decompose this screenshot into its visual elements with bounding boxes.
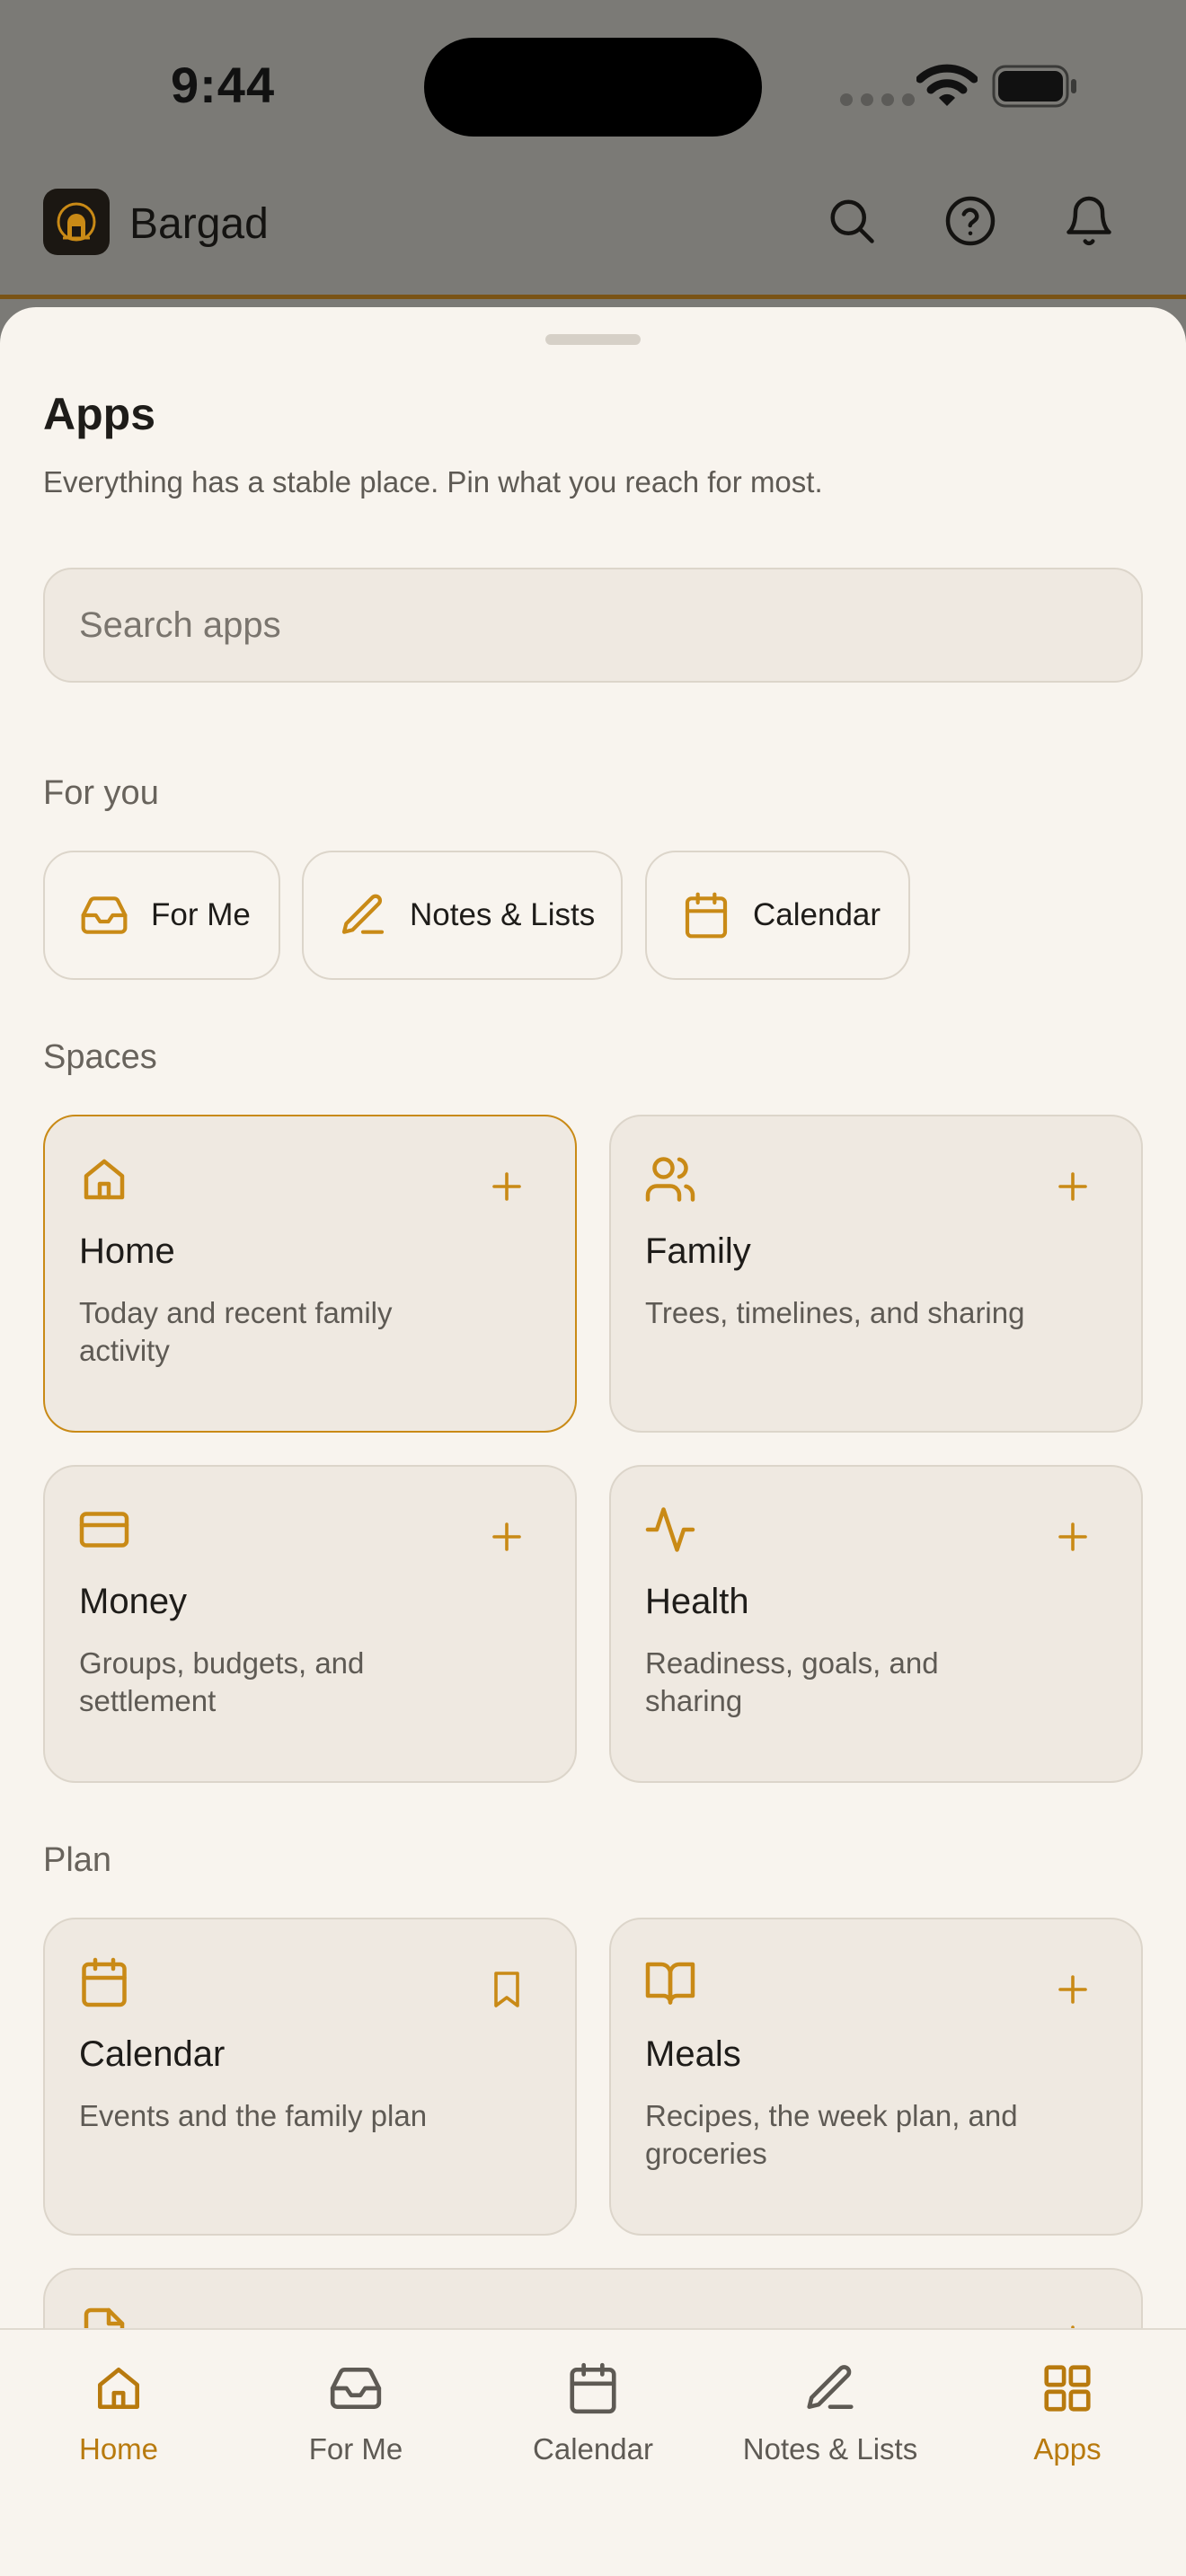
card-title: Meals: [645, 2034, 741, 2074]
pencil-icon: [807, 2365, 854, 2409]
chip-label: Notes & Lists: [410, 897, 596, 932]
calendar-icon: [570, 2362, 616, 2414]
app-card-health[interactable]: Health Readiness, goals, and sharing: [609, 1465, 1143, 1783]
card-description: Recipes, the week plan, and groceries: [645, 2099, 1018, 2170]
app-name: Bargad: [129, 200, 269, 248]
search-apps-input[interactable]: [43, 568, 1143, 683]
tab-label: Apps: [1033, 2432, 1102, 2466]
dynamic-island: [424, 38, 762, 137]
inbox-icon: [330, 2368, 382, 2409]
app-logo[interactable]: [43, 189, 110, 255]
tab-label: Notes & Lists: [742, 2432, 918, 2466]
card-title: Money: [79, 1582, 188, 1621]
tab-label: Home: [78, 2432, 159, 2466]
app-card-family[interactable]: Family Trees, timelines, and sharing: [609, 1115, 1143, 1433]
card-title: Health: [645, 1582, 749, 1621]
app-card-calendar[interactable]: Calendar Events and the family plan: [43, 1918, 577, 2236]
calendar-icon: [685, 892, 728, 939]
plus-icon[interactable]: [1051, 1968, 1094, 2011]
card-title: Calendar: [79, 2034, 226, 2074]
battery-icon: [992, 65, 1076, 108]
app-header: Bargad: [0, 171, 1186, 296]
sheet-grabber[interactable]: [545, 334, 641, 345]
section-title-plan: Plan: [43, 1841, 112, 1879]
inbox-icon: [81, 896, 128, 934]
shortcut-chip-for-me[interactable]: For Me: [43, 851, 280, 980]
bookmark-icon[interactable]: [485, 1968, 528, 2011]
bell-icon[interactable]: [1062, 194, 1116, 248]
pencil-icon: [341, 894, 385, 934]
tab-calendar[interactable]: Calendar: [474, 2357, 712, 2466]
activity-icon: [645, 1507, 695, 1552]
card-description: Trees, timelines, and sharing: [645, 1296, 1025, 1329]
document-icon: [84, 2307, 125, 2328]
cellular-signal-icon: [840, 93, 915, 106]
wifi-icon: [916, 64, 978, 106]
tab-label: Calendar: [533, 2432, 653, 2466]
card-description: Events and the family plan: [79, 2099, 428, 2132]
chip-label: For Me: [151, 897, 251, 932]
users-icon: [645, 1157, 695, 1202]
credit-card-icon: [79, 1512, 129, 1548]
section-title-for-you: For you: [43, 774, 159, 812]
card-description: Today and recent family activity: [79, 1296, 393, 1367]
plus-icon[interactable]: [1051, 1165, 1094, 1208]
app-card-meals[interactable]: Meals Recipes, the week plan, and grocer…: [609, 1918, 1143, 2236]
tab-for-me[interactable]: For Me: [237, 2357, 474, 2466]
search-icon[interactable]: [825, 194, 879, 248]
tab-label: For Me: [308, 2432, 403, 2466]
section-title-spaces: Spaces: [43, 1038, 157, 1076]
chip-label: Calendar: [753, 897, 881, 932]
status-bar: 9:44: [0, 0, 1186, 171]
help-icon[interactable]: [943, 194, 997, 248]
shortcut-chip-calendar[interactable]: Calendar: [645, 851, 910, 980]
home-icon: [84, 1159, 125, 1200]
header-divider: [0, 295, 1186, 299]
plus-icon[interactable]: [485, 1165, 528, 1208]
sheet-title: Apps: [43, 389, 155, 439]
shortcut-chip-notes-lists[interactable]: Notes & Lists: [302, 851, 623, 980]
app-card-money[interactable]: Money Groups, budgets, and settlement: [43, 1465, 577, 1783]
plus-icon[interactable]: [485, 1515, 528, 1558]
card-title: Home: [79, 1231, 175, 1271]
card-description: Groups, budgets, and settlement: [79, 1646, 365, 1717]
app-card-home[interactable]: Home Today and recent family activity: [43, 1115, 577, 1433]
tab-apps[interactable]: Apps: [949, 2357, 1186, 2466]
apps-sheet: Apps Everything has a stable place. Pin …: [0, 307, 1186, 2328]
book-open-icon: [645, 1962, 695, 2005]
plus-icon[interactable]: [1051, 1515, 1094, 1558]
tab-notes-lists[interactable]: Notes & Lists: [712, 2357, 949, 2466]
tab-home[interactable]: Home: [0, 2357, 237, 2466]
calendar-icon: [82, 1957, 127, 2007]
grid-icon: [1044, 2365, 1091, 2412]
sheet-subtitle: Everything has a stable place. Pin what …: [43, 465, 823, 498]
plus-icon[interactable]: [1051, 2318, 1094, 2328]
status-time: 9:44: [171, 57, 276, 113]
bargad-logo-icon: [57, 202, 96, 242]
app-card-partial[interactable]: [43, 2268, 1143, 2328]
home-icon: [98, 2368, 139, 2409]
card-description: Readiness, goals, and sharing: [645, 1646, 939, 1717]
bottom-tab-bar: Home For Me Calendar Notes & Lists Apps: [0, 2328, 1186, 2576]
card-title: Family: [645, 1231, 751, 1271]
